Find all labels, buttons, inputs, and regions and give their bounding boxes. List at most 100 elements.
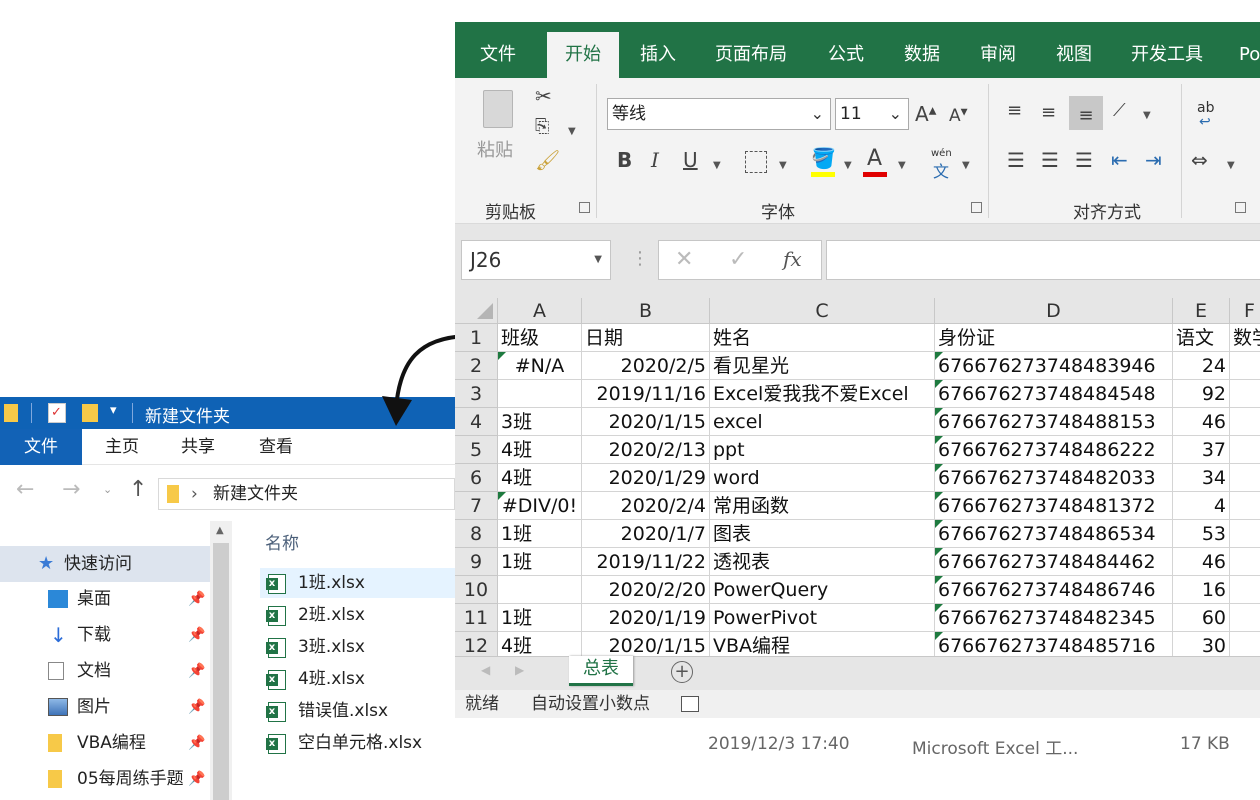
nav-item-vba[interactable]: VBA编程 📌 [0,725,210,761]
cell-a4[interactable]: 3班 [498,408,582,436]
paste-button[interactable]: 粘贴 [477,84,525,166]
cell-c4[interactable]: excel [710,408,935,436]
align-right-icon[interactable]: ☰ [1075,150,1093,170]
column-header-e[interactable]: E [1173,298,1230,324]
cell-c11[interactable]: PowerPivot [710,604,935,632]
nav-item-documents[interactable]: 文档 📌 [0,653,210,689]
copy-dropdown-icon[interactable]: ▼ [568,126,576,137]
cell-c6[interactable]: word [710,464,935,492]
cell-a5[interactable]: 4班 [498,436,582,464]
align-top-icon[interactable]: ≡ [1007,102,1022,120]
bold-icon[interactable]: B [617,150,632,170]
properties-icon[interactable]: ✓ [48,403,66,423]
border-icon[interactable] [745,151,767,173]
row-header[interactable]: 1 [455,324,498,352]
column-header-b[interactable]: B [582,298,710,324]
tab-home[interactable]: 开始 [547,32,619,78]
font-color-icon[interactable]: A [867,148,882,170]
wrap-text-button[interactable]: ab ↩ [1195,100,1219,130]
cell-b2[interactable]: 2020/2/5 [582,352,710,380]
explorer-tab-home[interactable]: 主页 [96,429,148,465]
cell-d6[interactable]: 676676273748482033 [935,464,1173,492]
cell-e5[interactable]: 37 [1173,436,1230,464]
cell-f9[interactable] [1230,548,1260,576]
cell-f4[interactable] [1230,408,1260,436]
nav-item-weekly[interactable]: 05每周练手题 📌 [0,761,210,797]
tab-power[interactable]: Po [1239,32,1260,78]
file-item[interactable]: 错误值.xlsx [260,696,455,726]
tab-data[interactable]: 数据 [891,32,953,78]
cell-b12[interactable]: 2020/1/15 [582,632,710,656]
nav-item-desktop[interactable]: 桌面 📌 [0,581,210,617]
phonetic-button[interactable]: wén 文 [929,148,955,181]
tab-insert[interactable]: 插入 [627,32,689,78]
cell-d2[interactable]: 676676273748483946 [935,352,1173,380]
explorer-tab-view[interactable]: 查看 [250,429,302,465]
cell-d11[interactable]: 676676273748482345 [935,604,1173,632]
cell-f2[interactable] [1230,352,1260,380]
pin-icon[interactable]: 📌 [188,689,205,725]
cut-icon[interactable]: ✂ [535,86,552,106]
cell-c5[interactable]: ppt [710,436,935,464]
format-painter-icon[interactable]: 🖌 [535,150,560,170]
chevron-down-icon[interactable]: ⌄ [811,99,824,129]
italic-icon[interactable]: I [651,150,659,170]
formula-input[interactable] [826,240,1260,280]
align-left-icon[interactable]: ☰ [1007,150,1025,170]
select-all-corner[interactable] [455,298,498,324]
underline-icon[interactable]: U [683,150,698,170]
row-header[interactable]: 12 [455,632,498,656]
align-bottom-icon[interactable]: ≡ [1069,96,1103,130]
underline-dropdown-icon[interactable]: ▼ [713,160,721,171]
row-header[interactable]: 10 [455,576,498,604]
row-header[interactable]: 2 [455,352,498,380]
cell-f10[interactable] [1230,576,1260,604]
cell-e6[interactable]: 34 [1173,464,1230,492]
chevron-down-icon[interactable]: ⌄ [889,99,902,129]
breadcrumb[interactable]: 新建文件夹 [213,479,298,509]
cell-f1[interactable]: 数学 [1230,324,1260,352]
cell-f3[interactable] [1230,380,1260,408]
recent-dropdown-icon[interactable]: ⌄ [103,483,112,496]
cell-f7[interactable] [1230,492,1260,520]
cell-a2[interactable]: #N/A [498,352,582,380]
sheet-scroll-right-icon[interactable]: ▶ [515,663,524,677]
cell-e3[interactable]: 92 [1173,380,1230,408]
cell-b8[interactable]: 2020/1/7 [582,520,710,548]
file-item[interactable]: 1班.xlsx [260,568,455,598]
merge-center-icon[interactable]: ⇔ [1191,150,1208,170]
cell-a3[interactable] [498,380,582,408]
cell-d8[interactable]: 676676273748486534 [935,520,1173,548]
cell-a8[interactable]: 1班 [498,520,582,548]
customize-toolbar-icon[interactable]: ▾ [110,403,117,418]
cancel-icon[interactable]: ✕ [675,247,693,272]
cell-a6[interactable]: 4班 [498,464,582,492]
cell-a10[interactable] [498,576,582,604]
address-bar[interactable]: › 新建文件夹 [158,478,455,510]
cell-d9[interactable]: 676676273748484462 [935,548,1173,576]
name-box-dropdown-icon[interactable]: ▼ [594,241,602,279]
column-header-name[interactable]: 名称 [265,529,299,554]
row-header[interactable]: 5 [455,436,498,464]
cell-d1[interactable]: 身份证 [935,324,1173,352]
tab-review[interactable]: 审阅 [967,32,1029,78]
cell-e12[interactable]: 30 [1173,632,1230,656]
nav-item-pictures[interactable]: 图片 📌 [0,689,210,725]
font-launcher-icon[interactable] [971,202,982,213]
sheet-scroll-left-icon[interactable]: ◀ [481,663,490,677]
cell-b1[interactable]: 日期 [582,324,710,352]
cell-c10[interactable]: PowerQuery [710,576,935,604]
clipboard-launcher-icon[interactable] [579,202,590,213]
explorer-tab-file[interactable]: 文件 [0,429,82,465]
pin-icon[interactable]: 📌 [188,761,205,797]
pin-icon[interactable]: 📌 [188,581,205,617]
nav-item-downloads[interactable]: ↓ 下载 📌 [0,617,210,653]
cell-c7[interactable]: 常用函数 [710,492,935,520]
copy-icon[interactable]: ⎘ [535,118,549,136]
cell-d7[interactable]: 676676273748481372 [935,492,1173,520]
cell-c8[interactable]: 图表 [710,520,935,548]
new-folder-icon[interactable] [82,404,98,422]
cell-d4[interactable]: 676676273748488153 [935,408,1173,436]
cell-f5[interactable] [1230,436,1260,464]
cell-e4[interactable]: 46 [1173,408,1230,436]
